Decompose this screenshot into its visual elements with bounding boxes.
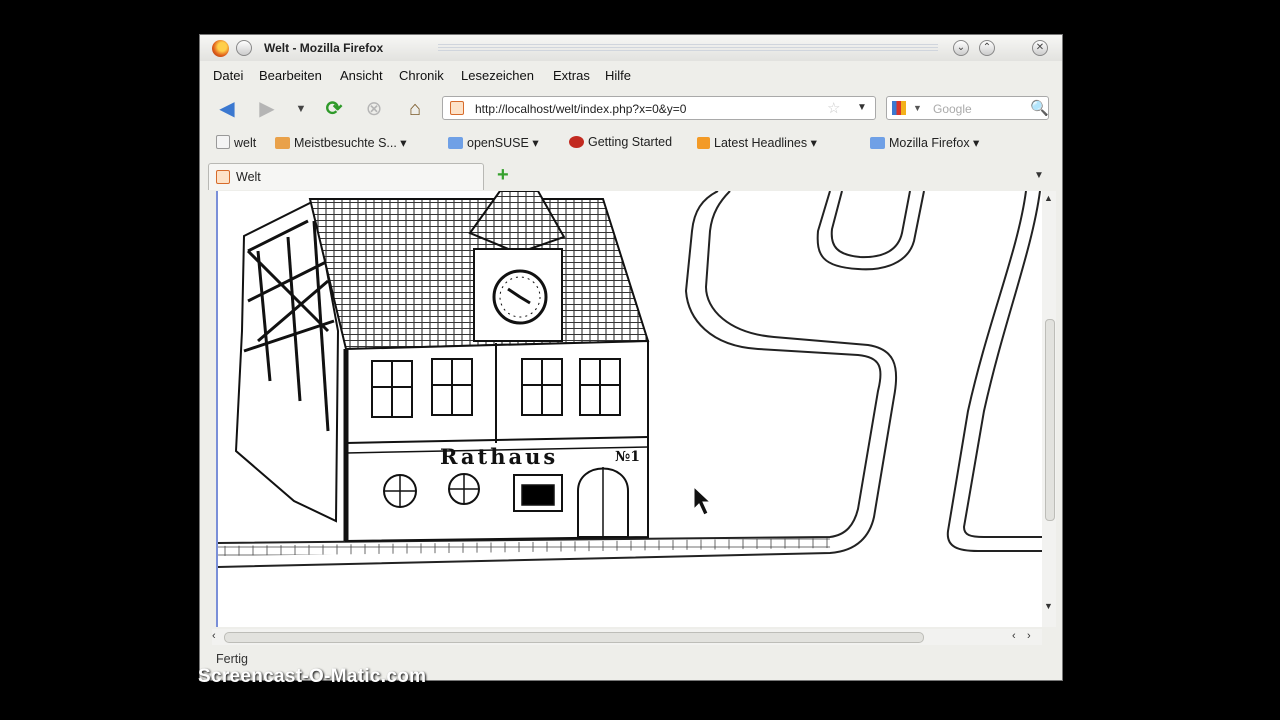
menu-hilfe[interactable]: Hilfe — [605, 68, 631, 83]
menu-chronik[interactable]: Chronik — [399, 68, 444, 83]
navigation-toolbar: ◀ ▶ ▼ ⟳ ⊗ ⌂ http://localhost/welt/index.… — [200, 93, 1062, 125]
menu-lesezeichen[interactable]: Lesezeichen — [461, 68, 534, 83]
status-text: Fertig — [216, 652, 248, 666]
menu-datei[interactable]: Datei — [213, 68, 243, 83]
page-content: Rathaus №1 — [216, 191, 1044, 627]
tab-strip: Welt + ▼ — [200, 163, 1062, 190]
history-dropdown-icon[interactable]: ▼ — [288, 96, 314, 122]
getting-started-icon — [569, 136, 584, 148]
bookmark-mozilla-firefox[interactable]: Mozilla Firefox ▾ — [870, 135, 979, 150]
folder-icon — [275, 137, 290, 149]
scroll-left-icon[interactable]: ‹ — [212, 630, 216, 642]
bookmark-label: Latest Headlines — [714, 136, 808, 150]
window-title: Welt - Mozilla Firefox — [264, 41, 384, 55]
rathaus-number-text: №1 — [615, 449, 640, 465]
bookmark-latest-headlines[interactable]: Latest Headlines ▾ — [697, 135, 817, 150]
bookmark-label: Getting Started — [588, 135, 673, 149]
title-bar-decoration — [438, 44, 938, 53]
bookmarks-toolbar: welt Meistbesuchte S... ▾ openSUSE ▾ Get… — [200, 131, 1062, 157]
bookmark-opensuse[interactable]: openSUSE ▾ — [448, 135, 539, 150]
scroll-down-icon[interactable]: ▼ — [1044, 601, 1053, 611]
mouse-cursor-icon — [693, 485, 712, 516]
search-bar[interactable]: ▼ Google 🔍 — [886, 96, 1049, 120]
close-button[interactable]: ✕ — [1032, 40, 1048, 56]
menu-ansicht[interactable]: Ansicht — [340, 68, 383, 83]
new-tab-plus-icon[interactable]: + — [497, 164, 509, 187]
rss-feed-icon — [697, 137, 710, 149]
google-engine-icon[interactable] — [892, 101, 906, 115]
title-bar[interactable]: Welt - Mozilla Firefox ⌄ ⌃ ✕ — [200, 35, 1062, 61]
browser-window: Welt - Mozilla Firefox ⌄ ⌃ ✕ Datei Bearb… — [200, 35, 1062, 680]
scroll-right-icon[interactable]: › — [1027, 630, 1031, 642]
menu-bar: Datei Bearbeiten Ansicht Chronik Lesezei… — [200, 62, 1062, 86]
page-icon — [216, 135, 230, 149]
bookmark-welt[interactable]: welt — [216, 135, 256, 150]
bookmark-label: welt — [234, 136, 257, 150]
search-icon[interactable]: 🔍 — [1030, 99, 1049, 117]
scroll-up-icon[interactable]: ▲ — [1044, 193, 1053, 203]
url-text[interactable]: http://localhost/welt/index.php?x=0&y=0 — [475, 102, 686, 116]
sidewalk-curb — [218, 538, 831, 556]
menu-extras[interactable]: Extras — [553, 68, 590, 83]
window-menu-icon[interactable] — [236, 40, 252, 56]
screencast-watermark: Screencast-O-Matic.com — [198, 666, 427, 687]
vertical-scrollbar[interactable]: ▲ ▼ — [1042, 191, 1056, 627]
tab-label: Welt — [236, 170, 261, 184]
folder-icon — [870, 137, 885, 149]
menu-bearbeiten[interactable]: Bearbeiten — [259, 68, 322, 83]
reload-icon[interactable]: ⟳ — [321, 96, 347, 122]
horizontal-scroll-thumb[interactable] — [224, 632, 924, 643]
maximize-button[interactable]: ⌃ — [979, 40, 995, 56]
town-map-drawing[interactable]: Rathaus №1 — [218, 191, 1044, 627]
bookmark-label: Mozilla Firefox — [889, 136, 970, 150]
url-bar[interactable]: http://localhost/welt/index.php?x=0&y=0 … — [442, 96, 876, 120]
bookmark-label: Meistbesuchte S... — [294, 136, 397, 150]
bookmark-label: openSUSE — [467, 136, 529, 150]
back-arrow-icon[interactable]: ◀ — [214, 96, 240, 122]
search-placeholder[interactable]: Google — [933, 102, 972, 116]
search-engine-dropdown-icon[interactable]: ▼ — [913, 103, 922, 113]
firefox-logo-icon — [212, 40, 229, 57]
tab-favicon-icon — [216, 170, 230, 184]
minimize-button[interactable]: ⌄ — [953, 40, 969, 56]
scroll-left-end-icon[interactable]: ‹ — [1012, 630, 1016, 642]
rathaus-sign-text: Rathaus — [440, 444, 558, 469]
bookmark-meistbesuchte[interactable]: Meistbesuchte S... ▾ — [275, 135, 407, 150]
folder-icon — [448, 137, 463, 149]
horizontal-scrollbar[interactable]: ‹ ‹ › — [212, 629, 1042, 645]
forward-arrow-icon[interactable]: ▶ — [254, 96, 280, 122]
home-icon[interactable]: ⌂ — [402, 96, 428, 122]
stop-icon[interactable]: ⊗ — [361, 96, 387, 122]
vertical-scroll-thumb[interactable] — [1045, 319, 1055, 521]
bookmark-getting-started[interactable]: Getting Started — [569, 135, 672, 149]
rathaus-building[interactable]: Rathaus №1 — [234, 191, 650, 543]
tab-list-dropdown-icon[interactable]: ▼ — [1034, 170, 1044, 181]
url-dropdown-icon[interactable]: ▼ — [857, 102, 867, 113]
site-favicon-icon — [450, 101, 464, 115]
bookmark-star-icon[interactable]: ☆ — [827, 99, 840, 117]
tab-welt[interactable]: Welt — [208, 163, 484, 190]
